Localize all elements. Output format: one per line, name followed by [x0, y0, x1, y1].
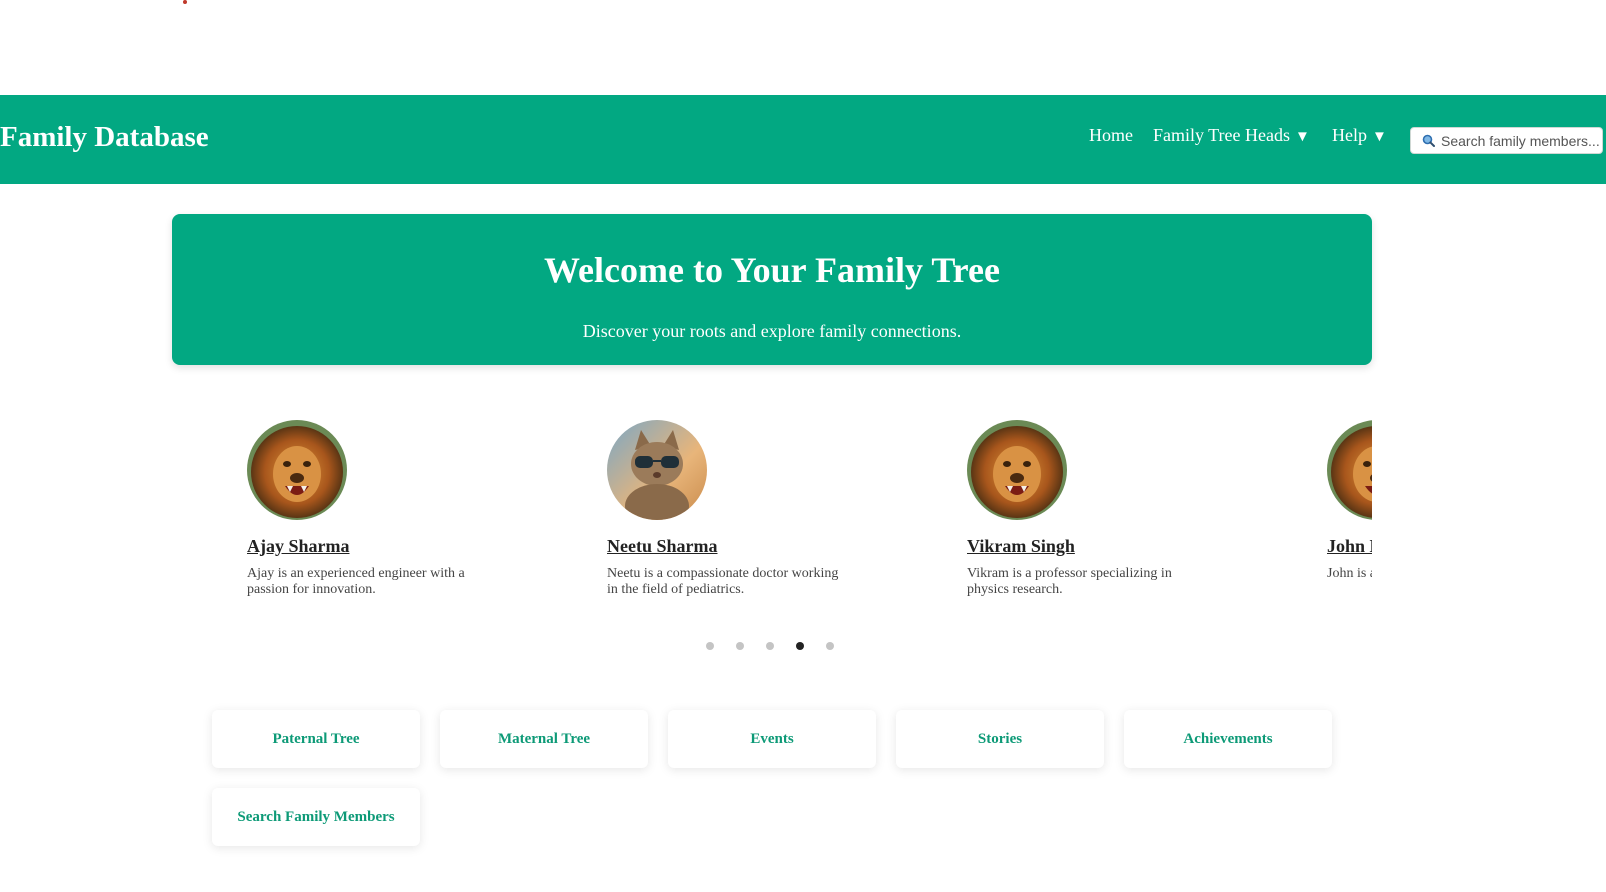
- carousel-dot-active[interactable]: [796, 642, 804, 650]
- events-button[interactable]: Events: [668, 710, 876, 768]
- caret-down-icon: ▼: [1372, 129, 1387, 145]
- search-box[interactable]: [1410, 127, 1603, 154]
- nav-family-tree-heads-label: Family Tree Heads: [1153, 125, 1290, 145]
- carousel-dot[interactable]: [766, 642, 774, 650]
- member-carousel: Ajay Sharma Ajay is an experienced engin…: [172, 410, 1372, 610]
- caret-down-icon: ▼: [1295, 129, 1310, 145]
- member-description: John is a passionate: [1327, 566, 1372, 581]
- carousel-pagination: [706, 642, 834, 650]
- member-name-link[interactable]: Neetu Sharma: [607, 536, 907, 557]
- member-avatar-lion-icon: [247, 420, 347, 520]
- nav-home-label: Home: [1089, 125, 1133, 145]
- member-avatar-lion-icon: [967, 420, 1067, 520]
- hero-title: Welcome to Your Family Tree: [544, 250, 1000, 290]
- stories-button[interactable]: Stories: [896, 710, 1104, 768]
- member-card: Vikram Singh Vikram is a professor speci…: [967, 420, 1267, 598]
- site-brand[interactable]: Family Database: [0, 121, 209, 154]
- search-input[interactable]: [1441, 132, 1601, 149]
- member-card: Ajay Sharma Ajay is an experienced engin…: [247, 420, 547, 598]
- nav-family-tree-heads-dropdown[interactable]: Family Tree Heads ▼: [1153, 125, 1310, 146]
- maternal-tree-label: Maternal Tree: [497, 730, 591, 747]
- member-name-link[interactable]: Vikram Singh: [967, 536, 1267, 557]
- search-family-members-button[interactable]: Search Family Members: [212, 788, 420, 846]
- member-name-link[interactable]: Ajay Sharma: [247, 536, 547, 557]
- nav-home-link[interactable]: Home: [1089, 125, 1133, 146]
- member-description: Neetu is a compassionate doctor working …: [607, 566, 839, 597]
- search-family-members-label: Search Family Members: [237, 808, 395, 825]
- nav-help-label: Help: [1332, 125, 1367, 145]
- search-icon: [1422, 134, 1435, 147]
- carousel-dot[interactable]: [736, 642, 744, 650]
- welcome-banner: Welcome to Your Family Tree Discover you…: [172, 214, 1372, 365]
- member-name-link[interactable]: John Doe: [1327, 536, 1372, 557]
- member-avatar-cat-with-sunglasses-icon: [607, 420, 707, 520]
- top-navbar: Family Database Home Family Tree Heads ▼ …: [0, 95, 1606, 184]
- achievements-button[interactable]: Achievements: [1124, 710, 1332, 768]
- events-label: Events: [750, 730, 794, 747]
- maternal-tree-button[interactable]: Maternal Tree: [440, 710, 648, 768]
- carousel-dot[interactable]: [706, 642, 714, 650]
- member-card: Neetu Sharma Neetu is a compassionate do…: [607, 420, 907, 598]
- member-avatar-lion-icon: [1327, 420, 1372, 520]
- stray-dot: [183, 0, 187, 4]
- member-description: Ajay is an experienced engineer with a p…: [247, 566, 465, 597]
- paternal-tree-button[interactable]: Paternal Tree: [212, 710, 420, 768]
- member-description: Vikram is a professor specializing in ph…: [967, 566, 1172, 597]
- paternal-tree-label: Paternal Tree: [272, 730, 360, 747]
- carousel-dot[interactable]: [826, 642, 834, 650]
- member-card: John Doe John is a passionate: [1327, 420, 1372, 582]
- achievements-label: Achievements: [1183, 730, 1273, 747]
- nav-help-dropdown[interactable]: Help ▼: [1332, 125, 1387, 146]
- hero-subtitle: Discover your roots and explore family c…: [582, 321, 962, 341]
- stories-label: Stories: [977, 730, 1023, 747]
